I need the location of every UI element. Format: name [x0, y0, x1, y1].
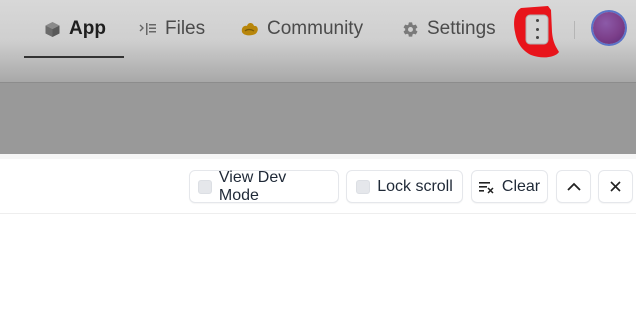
close-icon — [610, 181, 621, 192]
tab-settings[interactable]: Settings — [402, 0, 496, 58]
clear-button[interactable]: Clear — [471, 170, 548, 203]
community-icon — [240, 21, 259, 38]
lock-scroll-checkbox[interactable] — [356, 179, 371, 194]
lock-scroll-label: Lock scroll — [377, 177, 453, 195]
kebab-menu-icon — [532, 19, 542, 39]
header-bar: App Files Community Settings — [0, 0, 636, 83]
cube-icon — [44, 21, 61, 38]
gear-icon — [402, 21, 419, 38]
view-dev-mode-toggle[interactable]: View Dev Mode — [189, 168, 339, 204]
chevron-up-icon — [566, 182, 581, 191]
tab-app[interactable]: App — [24, 0, 124, 58]
clear-label: Clear — [501, 177, 541, 195]
view-dev-mode-checkbox[interactable] — [198, 179, 212, 194]
tab-community-label: Community — [267, 18, 364, 39]
collapse-button[interactable] — [556, 170, 591, 203]
tab-community[interactable]: Community — [240, 0, 363, 58]
more-options-button[interactable] — [511, 2, 561, 60]
view-dev-mode-label: View Dev Mode — [218, 168, 287, 204]
tab-files-label: Files — [165, 18, 206, 39]
dimmed-content-area — [0, 83, 636, 154]
user-avatar[interactable] — [593, 12, 625, 44]
tab-settings-label: Settings — [427, 18, 496, 39]
files-icon — [139, 21, 157, 37]
lock-scroll-toggle[interactable]: Lock scroll — [346, 170, 463, 203]
header-divider — [574, 21, 575, 39]
close-button[interactable] — [598, 170, 633, 203]
log-toolbar: View Dev Mode Lock scroll Clear — [0, 159, 636, 214]
tab-app-label: App — [69, 18, 106, 39]
clear-list-icon — [478, 180, 495, 194]
tab-files[interactable]: Files — [139, 0, 205, 58]
